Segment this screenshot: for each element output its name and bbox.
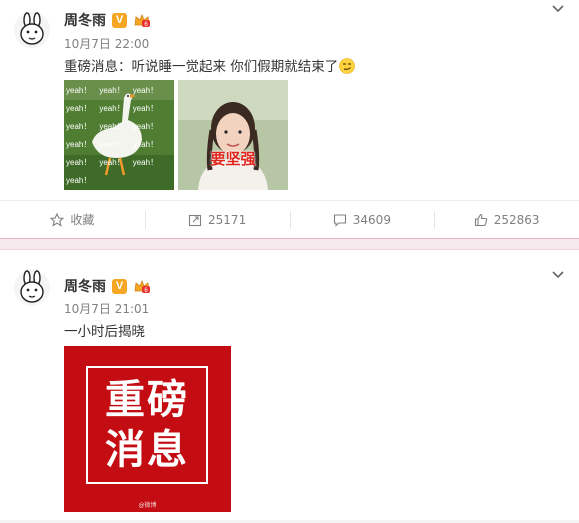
member-crown-icon[interactable]: 6 — [133, 12, 151, 28]
weibo-post-1: 周冬雨 V 6 10月7日 22:00 重磅消息：听说睡一觉起来 你们假期就结束… — [0, 0, 579, 238]
overlay-word: yeah！ — [132, 85, 159, 95]
overlay-word: yeah！ — [99, 157, 125, 167]
repost-button[interactable]: 25171 — [144, 201, 290, 238]
favorite-label: 收藏 — [70, 213, 95, 227]
post-time[interactable]: 10月7日 22:00 — [64, 35, 149, 52]
verified-badge-icon[interactable]: V — [112, 278, 127, 294]
poster-line-1: 重磅 — [105, 377, 189, 423]
overlay-word: yeah！ — [66, 175, 92, 185]
favorite-button[interactable]: 收藏 — [0, 201, 145, 238]
author-name[interactable]: 周冬雨 — [64, 10, 106, 30]
comment-icon — [333, 213, 346, 227]
poster-watermark: @微博 — [138, 502, 157, 509]
star-icon — [50, 212, 65, 227]
rabbit-avatar-icon[interactable] — [14, 12, 50, 48]
like-icon — [474, 213, 487, 226]
girl-caption: 要坚强 — [210, 150, 256, 168]
goose-overlay-text: yeah！ yeah！ yeah！ yeah！ yeah！ yeah！ yeah… — [66, 82, 172, 188]
overlay-word: yeah！ — [66, 85, 92, 95]
overlay-word: yeah！ — [132, 121, 159, 131]
repost-count: 25171 — [208, 212, 247, 227]
overlay-word: yeah！ — [99, 85, 125, 95]
announcement-poster[interactable]: 重磅 消息 @微博 — [64, 346, 231, 512]
overlay-word: yeah！ — [99, 103, 125, 113]
post-text: 重磅消息：听说睡一觉起来 你们假期就结束了 — [64, 55, 356, 75]
overlay-word: yeah！ — [66, 121, 92, 131]
overlay-word: yeah！ — [132, 103, 159, 113]
overlay-word: yeah！ — [99, 139, 125, 149]
author-name[interactable]: 周冬雨 — [64, 276, 106, 296]
overlay-word: yeah！ — [132, 139, 159, 149]
girl-photo[interactable]: 要坚强 — [178, 80, 288, 190]
author-row: 周冬雨 V 6 — [64, 10, 151, 30]
overlay-word: yeah！ — [132, 157, 159, 167]
poster-frame: 重磅 消息 — [86, 366, 208, 484]
verified-badge-icon[interactable]: V — [112, 12, 127, 28]
chevron-down-icon[interactable] — [551, 270, 565, 280]
overlay-word: yeah！ — [66, 157, 92, 167]
comment-count: 34609 — [352, 212, 391, 227]
overlay-word: yeah！ — [66, 103, 92, 113]
weibo-post-2: 周冬雨 V 6 10月7日 21:01 一小时后揭晓 重磅 消息 @微博 — [0, 250, 579, 523]
post-text: 一小时后揭晓 — [64, 324, 145, 340]
overlay-word: yeah！ — [99, 121, 125, 131]
comment-button[interactable]: 34609 — [289, 201, 435, 238]
like-button[interactable]: 252863 — [434, 201, 579, 238]
like-count: 252863 — [493, 212, 540, 227]
member-crown-icon[interactable]: 6 — [133, 278, 151, 294]
overlay-word: yeah！ — [66, 139, 92, 149]
girl-illustration — [178, 80, 288, 190]
poster-line-2: 消息 — [105, 427, 189, 473]
post-time[interactable]: 10月7日 21:01 — [64, 300, 149, 317]
repost-icon — [188, 214, 202, 226]
post-divider — [0, 238, 579, 250]
post-text-content: 重磅消息：听说睡一觉起来 你们假期就结束了 — [64, 59, 339, 75]
post-action-bar: 收藏 25171 34609 252863 — [0, 200, 579, 238]
smirk-emoji-icon — [339, 58, 356, 74]
goose-photo[interactable]: yeah！ yeah！ yeah！ yeah！ yeah！ yeah！ yeah… — [64, 80, 174, 190]
author-row: 周冬雨 V 6 — [64, 276, 151, 296]
chevron-down-icon[interactable] — [551, 4, 565, 14]
rabbit-avatar-icon[interactable] — [14, 270, 50, 306]
